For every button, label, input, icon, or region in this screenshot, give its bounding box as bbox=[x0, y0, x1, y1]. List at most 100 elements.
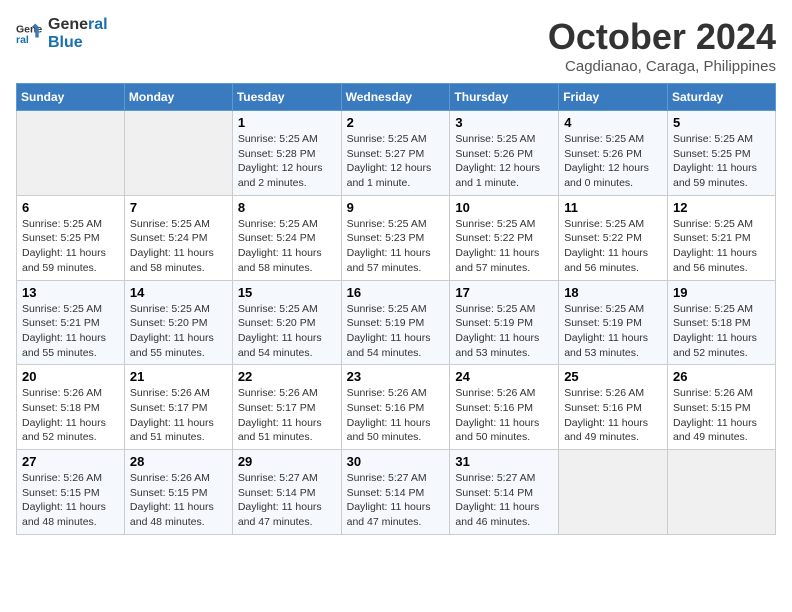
day-info: Sunrise: 5:26 AM Sunset: 5:18 PM Dayligh… bbox=[22, 386, 119, 445]
calendar-cell: 25 Sunrise: 5:26 AM Sunset: 5:16 PM Dayli… bbox=[559, 365, 668, 450]
day-info: Sunrise: 5:26 AM Sunset: 5:16 PM Dayligh… bbox=[564, 386, 662, 445]
day-number: 19 bbox=[673, 285, 770, 300]
day-number: 28 bbox=[130, 454, 227, 469]
logo: Gene ral General Blue bbox=[16, 16, 108, 51]
day-number: 12 bbox=[673, 200, 770, 215]
weekday-header-monday: Monday bbox=[124, 84, 232, 111]
calendar-cell: 23Sunrise: 5:26 AM Sunset: 5:16 PM Dayli… bbox=[341, 365, 450, 450]
calendar-cell: 10 Sunrise: 5:25 AM Sunset: 5:22 PM Dayli… bbox=[450, 195, 559, 280]
day-info: Sunrise: 5:27 AM Sunset: 5:14 PM Dayligh… bbox=[455, 471, 553, 530]
weekday-header-sunday: Sunday bbox=[17, 84, 125, 111]
day-number: 5 bbox=[673, 115, 770, 130]
day-info: Sunrise: 5:25 AM Sunset: 5:21 PM Dayligh… bbox=[22, 302, 119, 361]
day-number: 17 bbox=[455, 285, 553, 300]
day-number: 26 bbox=[673, 369, 770, 384]
day-number: 18 bbox=[564, 285, 662, 300]
day-info: Sunrise: 5:25 AM Sunset: 5:22 PM Dayligh… bbox=[455, 217, 553, 276]
day-info: Sunrise: 5:25 AM Sunset: 5:20 PM Dayligh… bbox=[130, 302, 227, 361]
day-number: 15 bbox=[238, 285, 336, 300]
calendar-cell: 21Sunrise: 5:26 AM Sunset: 5:17 PM Dayli… bbox=[124, 365, 232, 450]
calendar-cell: 19 Sunrise: 5:25 AM Sunset: 5:18 PM Dayli… bbox=[668, 280, 776, 365]
calendar-cell: 16 Sunrise: 5:25 AM Sunset: 5:19 PM Dayli… bbox=[341, 280, 450, 365]
day-info: Sunrise: 5:25 AM Sunset: 5:20 PM Dayligh… bbox=[238, 302, 336, 361]
calendar-cell: 15 Sunrise: 5:25 AM Sunset: 5:20 PM Dayli… bbox=[232, 280, 341, 365]
weekday-header-friday: Friday bbox=[559, 84, 668, 111]
calendar-cell bbox=[559, 450, 668, 535]
day-number: 8 bbox=[238, 200, 336, 215]
weekday-header-tuesday: Tuesday bbox=[232, 84, 341, 111]
location-subtitle: Cagdianao, Caraga, Philippines bbox=[548, 58, 776, 75]
day-info: Sunrise: 5:25 AM Sunset: 5:21 PM Dayligh… bbox=[673, 217, 770, 276]
day-number: 2 bbox=[347, 115, 445, 130]
calendar-cell: 22Sunrise: 5:26 AM Sunset: 5:17 PM Dayli… bbox=[232, 365, 341, 450]
day-info: Sunrise: 5:25 AM Sunset: 5:19 PM Dayligh… bbox=[564, 302, 662, 361]
calendar-cell: 24 Sunrise: 5:26 AM Sunset: 5:16 PM Dayli… bbox=[450, 365, 559, 450]
day-number: 10 bbox=[455, 200, 553, 215]
calendar-table: SundayMondayTuesdayWednesdayThursdayFrid… bbox=[16, 83, 776, 535]
weekday-header-thursday: Thursday bbox=[450, 84, 559, 111]
logo-icon: Gene ral bbox=[16, 20, 44, 48]
day-info: Sunrise: 5:25 AM Sunset: 5:22 PM Dayligh… bbox=[564, 217, 662, 276]
day-number: 16 bbox=[347, 285, 445, 300]
calendar-cell: 13 Sunrise: 5:25 AM Sunset: 5:21 PM Dayli… bbox=[17, 280, 125, 365]
day-number: 13 bbox=[22, 285, 119, 300]
day-info: Sunrise: 5:25 AM Sunset: 5:28 PM Dayligh… bbox=[238, 132, 336, 191]
calendar-cell: 31 Sunrise: 5:27 AM Sunset: 5:14 PM Dayli… bbox=[450, 450, 559, 535]
calendar-cell: 17 Sunrise: 5:25 AM Sunset: 5:19 PM Dayli… bbox=[450, 280, 559, 365]
day-info: Sunrise: 5:26 AM Sunset: 5:16 PM Dayligh… bbox=[347, 386, 445, 445]
day-number: 29 bbox=[238, 454, 336, 469]
calendar-cell bbox=[668, 450, 776, 535]
day-info: Sunrise: 5:25 AM Sunset: 5:24 PM Dayligh… bbox=[130, 217, 227, 276]
day-info: Sunrise: 5:26 AM Sunset: 5:16 PM Dayligh… bbox=[455, 386, 553, 445]
day-info: Sunrise: 5:26 AM Sunset: 5:15 PM Dayligh… bbox=[130, 471, 227, 530]
day-number: 3 bbox=[455, 115, 553, 130]
calendar-cell: 11Sunrise: 5:25 AM Sunset: 5:22 PM Dayli… bbox=[559, 195, 668, 280]
calendar-cell: 27 Sunrise: 5:26 AM Sunset: 5:15 PM Dayli… bbox=[17, 450, 125, 535]
day-info: Sunrise: 5:26 AM Sunset: 5:15 PM Dayligh… bbox=[673, 386, 770, 445]
day-info: Sunrise: 5:25 AM Sunset: 5:19 PM Dayligh… bbox=[455, 302, 553, 361]
calendar-cell: 29 Sunrise: 5:27 AM Sunset: 5:14 PM Dayli… bbox=[232, 450, 341, 535]
day-number: 21 bbox=[130, 369, 227, 384]
day-info: Sunrise: 5:25 AM Sunset: 5:19 PM Dayligh… bbox=[347, 302, 445, 361]
day-info: Sunrise: 5:25 AM Sunset: 5:18 PM Dayligh… bbox=[673, 302, 770, 361]
day-number: 30 bbox=[347, 454, 445, 469]
day-info: Sunrise: 5:25 AM Sunset: 5:25 PM Dayligh… bbox=[22, 217, 119, 276]
calendar-cell: 18 Sunrise: 5:25 AM Sunset: 5:19 PM Dayli… bbox=[559, 280, 668, 365]
day-info: Sunrise: 5:25 AM Sunset: 5:25 PM Dayligh… bbox=[673, 132, 770, 191]
day-number: 27 bbox=[22, 454, 119, 469]
calendar-cell: 26 Sunrise: 5:26 AM Sunset: 5:15 PM Dayli… bbox=[668, 365, 776, 450]
calendar-cell: 2 Sunrise: 5:25 AM Sunset: 5:27 PM Daylig… bbox=[341, 111, 450, 196]
day-number: 25 bbox=[564, 369, 662, 384]
calendar-cell bbox=[17, 111, 125, 196]
calendar-cell: 28 Sunrise: 5:26 AM Sunset: 5:15 PM Dayli… bbox=[124, 450, 232, 535]
day-info: Sunrise: 5:27 AM Sunset: 5:14 PM Dayligh… bbox=[238, 471, 336, 530]
day-info: Sunrise: 5:26 AM Sunset: 5:17 PM Dayligh… bbox=[238, 386, 336, 445]
day-info: Sunrise: 5:27 AM Sunset: 5:14 PM Dayligh… bbox=[347, 471, 445, 530]
day-info: Sunrise: 5:26 AM Sunset: 5:15 PM Dayligh… bbox=[22, 471, 119, 530]
day-info: Sunrise: 5:25 AM Sunset: 5:24 PM Dayligh… bbox=[238, 217, 336, 276]
month-title: October 2024 bbox=[548, 16, 776, 58]
calendar-cell: 30 Sunrise: 5:27 AM Sunset: 5:14 PM Dayli… bbox=[341, 450, 450, 535]
day-number: 20 bbox=[22, 369, 119, 384]
day-info: Sunrise: 5:25 AM Sunset: 5:27 PM Dayligh… bbox=[347, 132, 445, 191]
calendar-cell bbox=[124, 111, 232, 196]
calendar-cell: 4Sunrise: 5:25 AM Sunset: 5:26 PM Daylig… bbox=[559, 111, 668, 196]
weekday-header-wednesday: Wednesday bbox=[341, 84, 450, 111]
day-number: 9 bbox=[347, 200, 445, 215]
logo-blue: Blue bbox=[48, 34, 108, 52]
calendar-cell: 9Sunrise: 5:25 AM Sunset: 5:23 PM Daylig… bbox=[341, 195, 450, 280]
page-header: Gene ral General Blue October 2024 Cagdi… bbox=[16, 16, 776, 75]
day-info: Sunrise: 5:25 AM Sunset: 5:26 PM Dayligh… bbox=[455, 132, 553, 191]
calendar-cell: 20 Sunrise: 5:26 AM Sunset: 5:18 PM Dayli… bbox=[17, 365, 125, 450]
svg-text:ral: ral bbox=[16, 33, 29, 45]
day-number: 24 bbox=[455, 369, 553, 384]
calendar-cell: 5 Sunrise: 5:25 AM Sunset: 5:25 PM Daylig… bbox=[668, 111, 776, 196]
day-number: 7 bbox=[130, 200, 227, 215]
weekday-header-saturday: Saturday bbox=[668, 84, 776, 111]
day-number: 14 bbox=[130, 285, 227, 300]
calendar-cell: 6Sunrise: 5:25 AM Sunset: 5:25 PM Daylig… bbox=[17, 195, 125, 280]
day-number: 31 bbox=[455, 454, 553, 469]
calendar-cell: 8 Sunrise: 5:25 AM Sunset: 5:24 PM Daylig… bbox=[232, 195, 341, 280]
title-block: October 2024 Cagdianao, Caraga, Philippi… bbox=[548, 16, 776, 75]
day-number: 1 bbox=[238, 115, 336, 130]
